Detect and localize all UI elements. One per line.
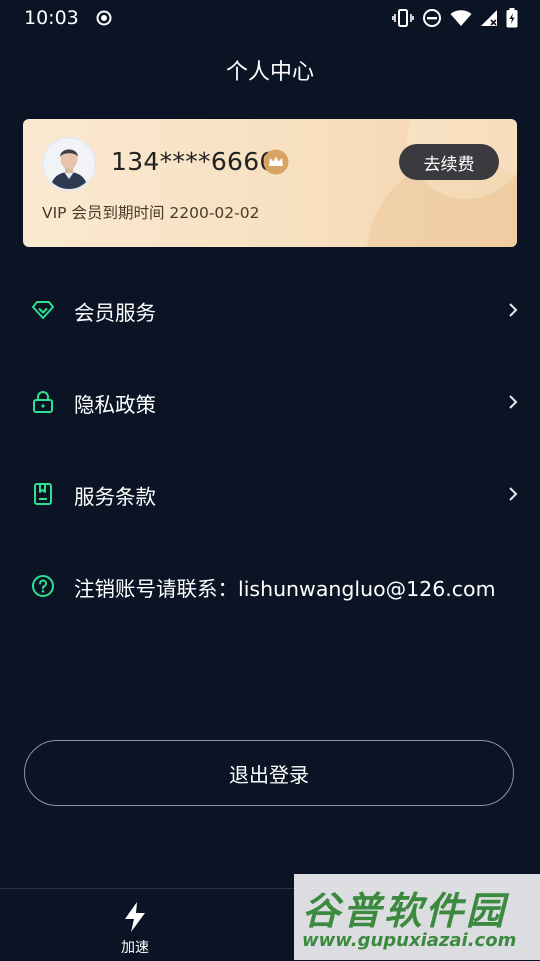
page-title: 个人中心	[225, 60, 314, 85]
status-bar: 10:03	[0, 0, 540, 36]
nav-item-accelerate[interactable]: 加速	[100, 901, 170, 957]
avatar[interactable]	[42, 137, 96, 191]
diamond-icon	[32, 301, 54, 319]
chevron-right-icon	[509, 395, 518, 409]
cancel-account-text: 注销账号请联系：lishunwangluo@126.com	[74, 577, 496, 601]
watermark: 谷普软件园 www.gupuxiazai.com	[294, 874, 540, 960]
chevron-right-icon	[509, 303, 518, 317]
vip-expire-date: VIP 会员到期时间 2200-02-02	[42, 204, 260, 222]
user-avatar-icon	[44, 139, 94, 189]
battery-icon	[506, 8, 518, 28]
menu-item-privacy-policy[interactable]: 隐私政策	[0, 372, 540, 432]
menu-item-cancel-account: 注销账号请联系：lishunwangluo@126.com	[0, 556, 540, 616]
vibrate-icon	[392, 9, 414, 27]
crown-icon	[263, 149, 289, 175]
chevron-right-icon	[509, 487, 518, 501]
member-card: 134****6666 VIP 会员到期时间 2200-02-02 去续费	[23, 119, 517, 247]
document-icon	[34, 483, 52, 505]
signal-icon	[481, 10, 497, 26]
menu-item-terms-of-service[interactable]: 服务条款	[0, 464, 540, 524]
watermark-title: 谷普软件园	[302, 889, 508, 933]
menu-label: 隐私政策	[74, 393, 156, 417]
dnd-icon	[423, 9, 441, 27]
renew-button[interactable]: 去续费	[399, 144, 499, 180]
lightning-icon	[125, 902, 145, 932]
status-time: 10:03	[24, 7, 79, 29]
nav-item-label: 加速	[121, 940, 149, 956]
help-circle-icon	[32, 575, 54, 597]
status-icons	[392, 8, 518, 28]
wifi-icon	[450, 10, 472, 26]
watermark-url: www.gupuxiazai.com	[302, 930, 517, 951]
menu-item-member-service[interactable]: 会员服务	[0, 280, 540, 340]
recording-icon	[96, 10, 112, 26]
menu-label: 服务条款	[74, 485, 156, 509]
phone-number: 134****6666	[111, 147, 276, 176]
menu-label: 会员服务	[74, 301, 156, 325]
lock-icon	[33, 391, 53, 413]
logout-button[interactable]: 退出登录	[24, 740, 514, 806]
